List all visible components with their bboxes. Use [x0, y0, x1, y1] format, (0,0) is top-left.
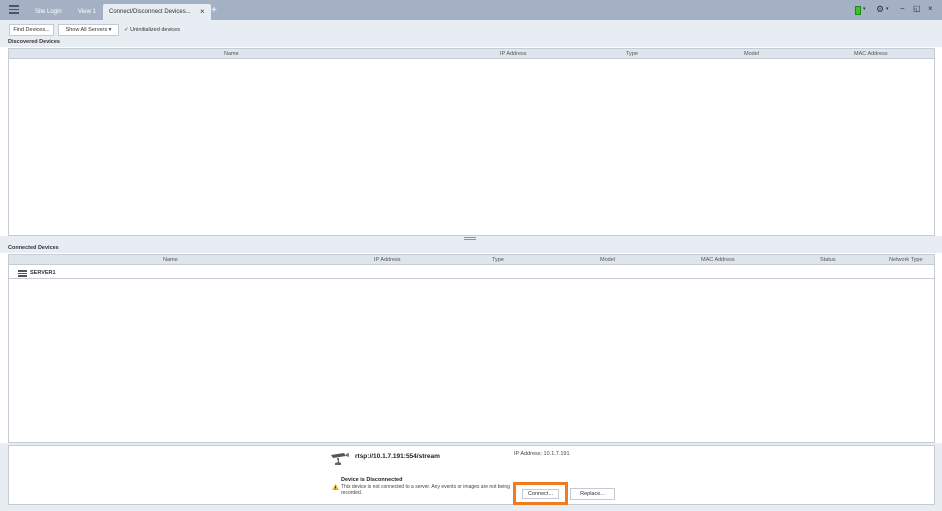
device-detail-panel [8, 445, 935, 505]
device-ip-address: IP Address: 10.1.7.191 [514, 451, 570, 457]
column-network-type[interactable]: Network Type [889, 255, 923, 265]
discovered-header-strip [0, 38, 942, 47]
column-mac-address[interactable]: MAC Address [854, 49, 888, 59]
tab-close-icon[interactable]: × [200, 4, 205, 20]
connected-devices-title: Connected Devices [8, 245, 59, 251]
disconnected-status-title: Device is Disconnected [341, 477, 403, 483]
column-ip-address[interactable]: IP Address [500, 49, 527, 59]
column-type[interactable]: Type [492, 255, 504, 265]
restore-icon[interactable]: ◱ [913, 4, 921, 13]
status-indicator-icon[interactable] [855, 6, 861, 15]
column-model[interactable]: Model [600, 255, 615, 265]
column-mac-address[interactable]: MAC Address [701, 255, 735, 265]
connect-button-highlight: Connect... [513, 482, 568, 505]
column-name[interactable]: Name [224, 49, 239, 59]
server-name: SERVER1 [30, 270, 56, 276]
status-dropdown-caret-icon[interactable]: ▾ [863, 6, 866, 12]
tab-connect-disconnect-devices[interactable]: Connect/Disconnect Devices... [103, 4, 211, 20]
add-tab-icon[interactable]: + [211, 3, 217, 19]
server-icon [18, 270, 27, 277]
warning-icon [332, 484, 339, 490]
column-status[interactable]: Status [820, 255, 836, 265]
discovered-devices-table[interactable]: Name IP Address Type Model MAC Address [8, 48, 935, 236]
settings-dropdown-caret-icon[interactable]: ▾ [886, 6, 889, 12]
gear-icon[interactable]: ⚙ [876, 4, 884, 15]
column-model[interactable]: Model [744, 49, 759, 59]
stream-url: rtsp://10.1.7.191:554/stream [355, 453, 440, 460]
show-all-servers-dropdown[interactable]: Show All Servers ▾ [58, 24, 119, 36]
title-bar: Site Login View 1 Connect/Disconnect Dev… [0, 0, 942, 20]
uninitialized-devices-label: Uninitialized devices [130, 27, 180, 33]
camera-icon [331, 453, 349, 465]
connected-table-header: Name IP Address Type Model MAC Address S… [9, 255, 934, 265]
column-name[interactable]: Name [163, 255, 178, 265]
column-type[interactable]: Type [626, 49, 638, 59]
splitter-handle-icon[interactable] [464, 237, 476, 241]
connect-button[interactable]: Connect... [522, 489, 559, 499]
replace-button[interactable]: Replace... [570, 488, 615, 500]
find-devices-button[interactable]: Find Devices... [9, 24, 54, 36]
connected-header-strip [0, 244, 942, 253]
connected-devices-table[interactable]: Name IP Address Type Model MAC Address S… [8, 254, 935, 443]
checkmark-icon: ✓ [124, 27, 129, 33]
hamburger-menu-icon[interactable] [9, 5, 19, 14]
table-row[interactable]: SERVER1 [9, 267, 934, 279]
discovered-table-header: Name IP Address Type Model MAC Address [9, 49, 934, 59]
tab-site-login[interactable]: Site Login [29, 4, 68, 20]
minimize-icon[interactable]: − [900, 4, 905, 13]
column-ip-address[interactable]: IP Address [374, 255, 401, 265]
discovered-devices-title: Discovered Devices [8, 39, 60, 45]
disconnected-status-message: This device is not connected to a server… [341, 484, 510, 496]
uninitialized-devices-checkbox[interactable]: ✓ Uninitialized devices [124, 24, 180, 36]
tab-view-1[interactable]: View 1 [72, 4, 102, 20]
close-window-icon[interactable]: × [928, 4, 933, 13]
